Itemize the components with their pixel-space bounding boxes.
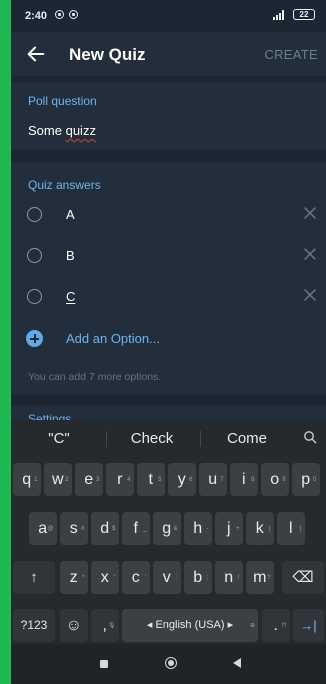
app-bar: New Quiz CREATE bbox=[11, 32, 326, 76]
key-s[interactable]: s # bbox=[60, 512, 88, 545]
key-l[interactable]: l) bbox=[277, 512, 305, 545]
key-x[interactable]: x " bbox=[91, 561, 119, 594]
key-g[interactable]: g & bbox=[153, 512, 181, 545]
instagram-icon bbox=[69, 10, 78, 19]
poll-question-section: Poll question Some quizz bbox=[11, 82, 326, 150]
key-u[interactable]: u7 bbox=[199, 463, 227, 496]
key-c[interactable]: c ' bbox=[122, 561, 150, 594]
recent-apps-icon[interactable] bbox=[100, 660, 108, 668]
key-r[interactable]: r4 bbox=[106, 463, 134, 496]
add-option-row[interactable]: Add an Option... bbox=[11, 320, 326, 360]
signal-icon bbox=[273, 10, 287, 20]
navigation-bar bbox=[11, 644, 326, 684]
comma-key[interactable]: , 🎙 bbox=[91, 609, 119, 642]
radio-button[interactable] bbox=[27, 207, 42, 222]
status-bar: 2:40 22 bbox=[11, 0, 326, 32]
key-n[interactable]: n! bbox=[215, 561, 243, 594]
close-icon[interactable] bbox=[303, 288, 317, 302]
status-time: 2:40 bbox=[25, 10, 48, 22]
add-circle-icon[interactable] bbox=[26, 330, 43, 347]
key-v[interactable]: v: bbox=[153, 561, 181, 594]
add-option-button[interactable]: Add an Option... bbox=[66, 331, 160, 346]
home-icon[interactable] bbox=[165, 657, 177, 669]
key-b[interactable]: b; bbox=[184, 561, 212, 594]
emoji-key[interactable]: ☺ bbox=[60, 609, 88, 642]
shift-key[interactable]: ↑ bbox=[13, 561, 55, 594]
keyboard: "C" Check Come q 1 w 2 e 3 r 4 t 5 y 6 u 7 i 8 o 9 p 0 a @ s # d… bbox=[11, 420, 326, 644]
answer-row[interactable]: A bbox=[11, 195, 326, 235]
period-key[interactable]: .!? bbox=[262, 609, 290, 642]
back-arrow-icon[interactable] bbox=[25, 43, 47, 65]
suggestion-divider bbox=[106, 431, 107, 447]
screen: 2:40 22 New Quiz CREATE Poll question So… bbox=[11, 0, 326, 684]
poll-question-header: Poll question bbox=[28, 94, 97, 108]
enter-key[interactable]: →| bbox=[293, 609, 324, 642]
answer-option-input[interactable]: A bbox=[66, 207, 75, 222]
answer-row[interactable]: C bbox=[11, 277, 326, 317]
key-o[interactable]: o9 bbox=[261, 463, 289, 496]
suggestion-item[interactable]: Check bbox=[122, 430, 182, 447]
key-j[interactable]: j + bbox=[215, 512, 243, 545]
search-icon[interactable] bbox=[303, 430, 317, 444]
backspace-key[interactable]: ⌫ bbox=[282, 561, 324, 594]
suggestion-divider bbox=[200, 431, 201, 447]
radio-button[interactable] bbox=[27, 248, 42, 263]
answer-row[interactable]: B bbox=[11, 236, 326, 276]
symbols-key[interactable]: ?123 bbox=[13, 609, 55, 642]
battery-icon: 22 bbox=[293, 9, 315, 20]
options-hint: You can add 7 more options. bbox=[28, 371, 162, 383]
suggestion-strip: "C" Check Come bbox=[11, 420, 326, 457]
back-icon[interactable] bbox=[233, 658, 241, 668]
answer-option-input[interactable]: C bbox=[66, 289, 75, 304]
radio-button[interactable] bbox=[27, 289, 42, 304]
poll-question-input[interactable]: Some quizz bbox=[28, 123, 96, 138]
create-button[interactable]: CREATE bbox=[264, 47, 318, 62]
page-title: New Quiz bbox=[69, 45, 146, 64]
key-y[interactable]: y6 bbox=[168, 463, 196, 496]
answer-option-input[interactable]: B bbox=[66, 248, 75, 263]
suggestion-item[interactable]: "C" bbox=[29, 430, 89, 447]
space-key[interactable]: ◂ English (USA) ▸ ⊕ bbox=[122, 609, 258, 642]
close-icon[interactable] bbox=[303, 247, 317, 261]
suggestion-item[interactable]: Come bbox=[217, 430, 277, 447]
key-d[interactable]: d $ bbox=[91, 512, 119, 545]
key-h[interactable]: h- bbox=[184, 512, 212, 545]
key-q[interactable]: q1 bbox=[13, 463, 41, 496]
key-m[interactable]: m? bbox=[246, 561, 274, 594]
close-icon[interactable] bbox=[303, 206, 317, 220]
quiz-answers-header: Quiz answers bbox=[28, 178, 101, 192]
key-t[interactable]: t5 bbox=[137, 463, 165, 496]
key-w[interactable]: w2 bbox=[44, 463, 72, 496]
question-word-1: Some bbox=[28, 123, 62, 138]
key-i[interactable]: i8 bbox=[230, 463, 258, 496]
question-word-2: quizz bbox=[65, 123, 96, 138]
key-p[interactable]: p0 bbox=[292, 463, 320, 496]
quiz-answers-section: Quiz answers A B C Add an Option... bbox=[11, 162, 326, 394]
key-k[interactable]: k( bbox=[246, 512, 274, 545]
key-a[interactable]: a @ bbox=[29, 512, 57, 545]
key-e[interactable]: e3 bbox=[75, 463, 103, 496]
instagram-icon bbox=[55, 10, 64, 19]
key-f[interactable]: f _ bbox=[122, 512, 150, 545]
key-z[interactable]: z * bbox=[60, 561, 88, 594]
